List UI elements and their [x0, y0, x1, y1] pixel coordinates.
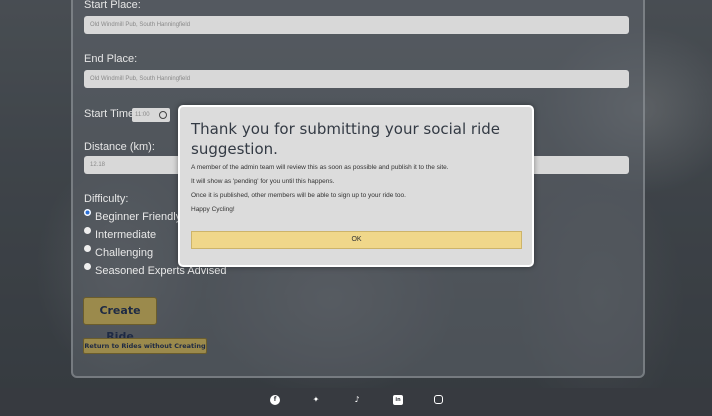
start-place-label: Start Place: — [84, 0, 141, 11]
start-time-value: 11:00 — [135, 112, 150, 118]
footer: f ✦ ♪ in — [0, 388, 712, 416]
end-place-label: End Place: — [84, 53, 138, 65]
distance-label: Distance (km): — [84, 141, 155, 153]
clock-icon[interactable] — [159, 111, 167, 119]
radio-icon[interactable] — [84, 263, 91, 270]
instagram-icon[interactable] — [434, 395, 443, 404]
difficulty-option-intermediate[interactable]: Intermediate — [84, 227, 156, 243]
ok-button[interactable]: OK — [191, 231, 522, 249]
facebook-icon[interactable]: f — [270, 395, 280, 405]
end-place-input[interactable]: Old Windmill Pub, South Hanningfield — [84, 70, 629, 88]
start-time-label: Start Time: — [84, 108, 138, 120]
difficulty-option-label: Challenging — [95, 247, 154, 259]
start-time-input[interactable]: 11:00 — [132, 108, 170, 122]
difficulty-option-label: Beginner Friendly — [95, 211, 182, 223]
modal-message-line: Happy Cycling! — [191, 206, 235, 213]
modal-message-line: A member of the admin team will review t… — [191, 164, 449, 171]
create-ride-button[interactable]: Create Ride — [83, 297, 157, 343]
radio-checked-icon[interactable] — [84, 209, 91, 216]
radio-icon[interactable] — [84, 245, 91, 252]
modal-message-line: Once it is published, other members will… — [191, 192, 406, 199]
twitter-icon[interactable]: ✦ — [311, 395, 321, 405]
difficulty-option-challenging[interactable]: Challenging — [84, 245, 153, 261]
radio-icon[interactable] — [84, 227, 91, 234]
difficulty-option-label: Intermediate — [95, 229, 157, 241]
difficulty-option-beginner[interactable]: Beginner Friendly — [84, 209, 181, 225]
linkedin-icon[interactable]: in — [393, 395, 403, 405]
modal-message-line: It will show as 'pending' for you until … — [191, 178, 335, 185]
tiktok-icon[interactable]: ♪ — [352, 395, 362, 405]
modal-title: Thank you for submitting your social rid… — [191, 120, 501, 158]
difficulty-label: Difficulty: — [84, 193, 129, 205]
confirmation-modal: Thank you for submitting your social rid… — [178, 105, 534, 267]
start-place-input[interactable]: Old Windmill Pub, South Hanningfield — [84, 16, 629, 34]
return-to-rides-button[interactable]: Return to Rides without Creating — [83, 338, 207, 354]
